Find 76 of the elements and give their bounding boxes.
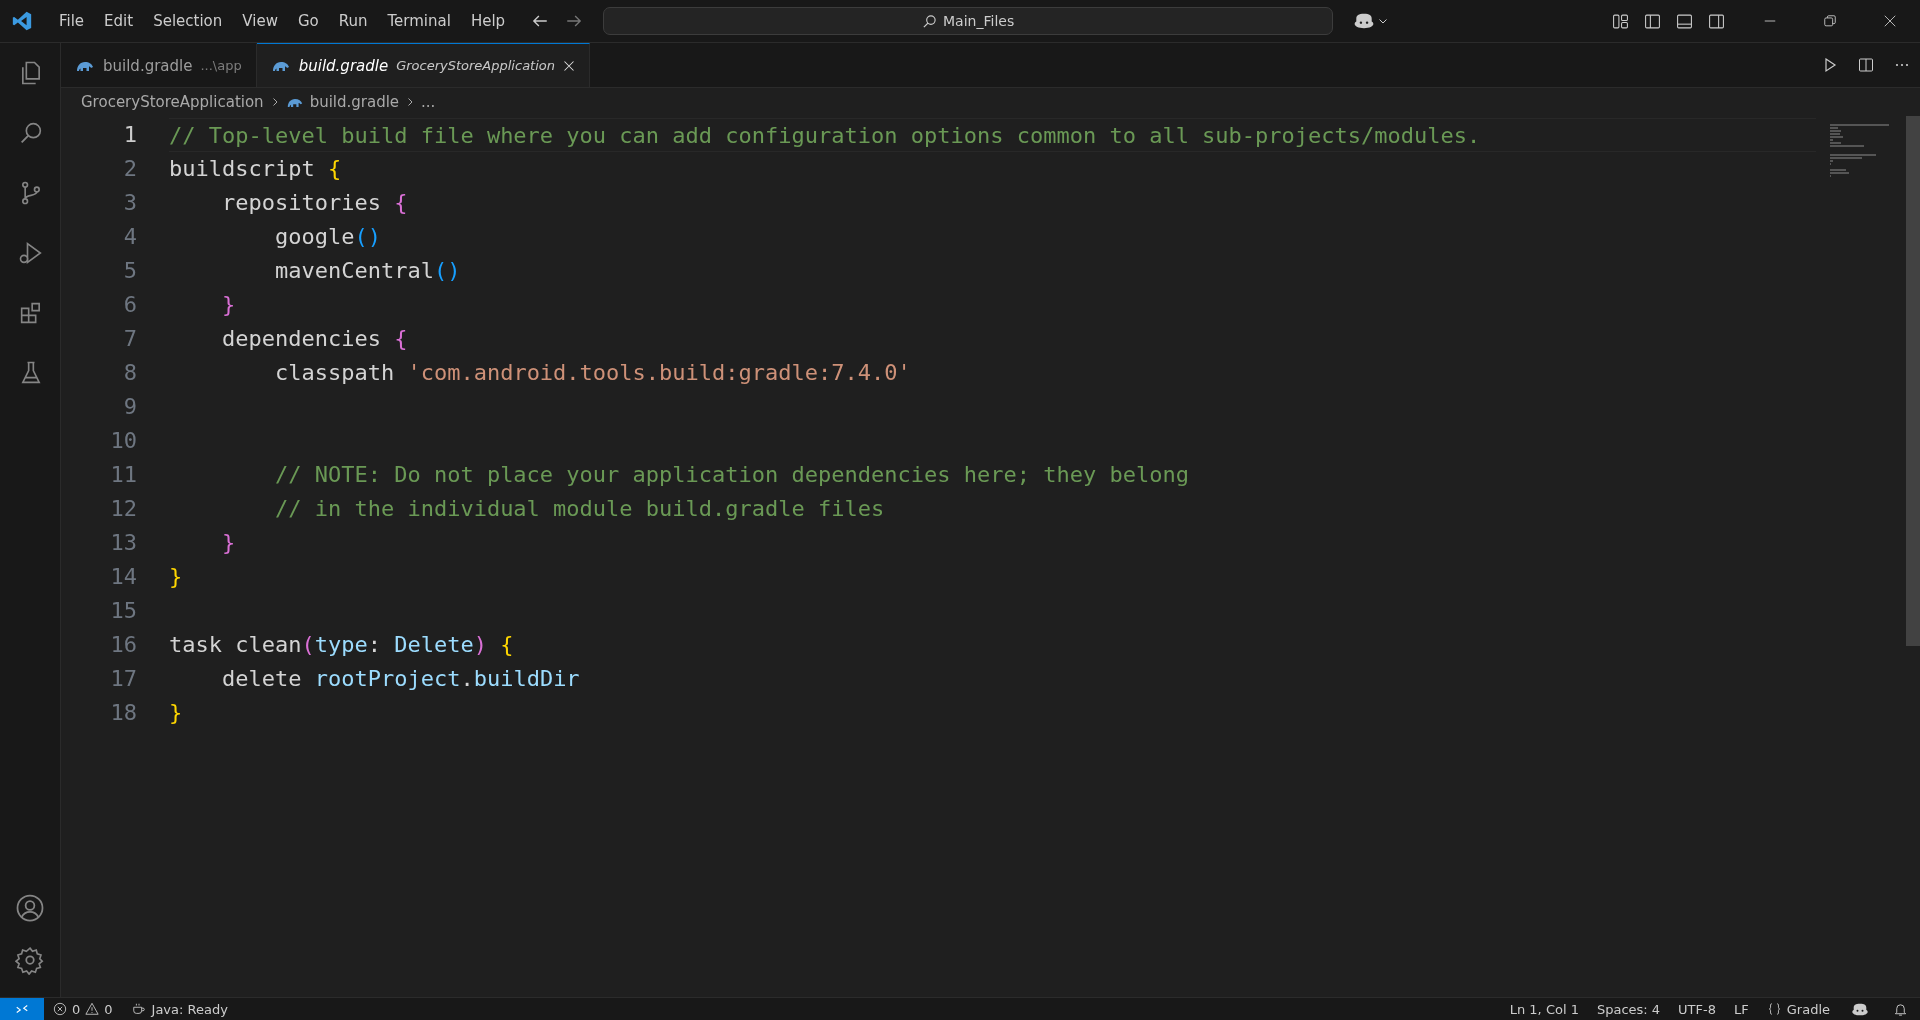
line-number: 18 [109, 699, 137, 727]
search-field[interactable]: Main_Files [603, 7, 1334, 35]
menu-item[interactable]: File [49, 12, 95, 30]
breadcrumb-item[interactable]: build.gradle [309, 93, 400, 111]
line-number: 16 [109, 631, 137, 659]
coffee-cup-icon [130, 1002, 147, 1016]
app-logo-icon [11, 10, 33, 32]
menu-item[interactable]: Go [287, 12, 329, 30]
line-number: 12 [109, 495, 137, 523]
code-line: mavenCentral() [273, 258, 461, 283]
code-line: // Top-level build file where you can add configuration options common to all sub-projects/modules. [169, 123, 1481, 148]
line-number: 7 [122, 325, 137, 353]
breadcrumb-item[interactable]: GroceryStoreApplication [81, 93, 264, 111]
line-number: 5 [122, 257, 137, 285]
bell-icon[interactable] [1893, 1001, 1908, 1017]
java-status[interactable]: Java: Ready [121, 1001, 237, 1017]
line-number: 8 [122, 359, 137, 387]
account-icon[interactable] [15, 893, 45, 923]
close-icon[interactable] [563, 59, 575, 72]
run-icon[interactable] [1822, 57, 1838, 73]
code-line: dependencies { [220, 326, 408, 351]
settings-icon[interactable] [15, 945, 45, 975]
menu-item[interactable]: Edit [94, 12, 144, 30]
menu-item[interactable]: Run [328, 12, 378, 30]
code-line: // in the individual module build.gradle files [273, 496, 885, 521]
language-mode[interactable]: Gradle [1757, 1001, 1839, 1017]
line-number: 3 [122, 189, 137, 217]
remote-icon [15, 1002, 29, 1016]
code-line: buildscript { [169, 156, 342, 181]
warning-icon [85, 1002, 100, 1016]
menu-item[interactable]: Selection [143, 12, 233, 30]
restore-icon[interactable] [1823, 14, 1837, 28]
code-line: task clean(type: Delete) { [169, 632, 514, 657]
search-icon [922, 13, 938, 29]
code-line: } [169, 700, 183, 725]
line-number: 9 [122, 393, 137, 421]
line-number: 13 [109, 529, 137, 557]
chevron-down-icon[interactable] [1378, 16, 1389, 26]
line-number: 14 [109, 563, 137, 591]
line-number: 15 [109, 597, 137, 625]
line-number: 6 [122, 291, 137, 319]
code-line: } [220, 292, 236, 317]
code-line: } [169, 564, 183, 589]
indentation-status[interactable]: Spaces: 4 [1587, 1001, 1670, 1017]
breadcrumb-item[interactable]: ... [421, 93, 436, 111]
line-number: 11 [109, 461, 137, 489]
line-number: 1 [122, 121, 137, 149]
menu-item[interactable]: Help [460, 12, 516, 30]
error-icon [53, 1002, 67, 1016]
close-icon[interactable] [1883, 14, 1897, 28]
scrollbar[interactable] [1906, 116, 1920, 646]
menu-item[interactable]: View [232, 12, 288, 30]
line-number: 10 [109, 427, 137, 455]
code-line: // NOTE: Do not place your application dependencies here; they belong [273, 462, 1189, 487]
code-line: delete rootProject.buildDir [220, 666, 580, 691]
minimap [1830, 124, 1892, 178]
line-number: 2 [122, 155, 137, 183]
code-line: } [220, 530, 236, 555]
menu-item[interactable]: Terminal [377, 12, 461, 30]
code-line: repositories { [220, 190, 408, 215]
code-line: google() [273, 224, 381, 249]
editor-tab[interactable]: build.gradle GroceryStoreApplication [256, 43, 590, 87]
braces-icon [1766, 1002, 1782, 1016]
editor-tab[interactable]: build.gradle ...\app [61, 43, 257, 87]
encoding-status[interactable]: UTF-8 [1669, 1001, 1725, 1017]
bottom-panel-icon[interactable] [1676, 12, 1693, 30]
code-line: classpath 'com.android.tools.build:gradle:7.4.0' [273, 360, 911, 385]
layout-icon[interactable] [1612, 12, 1629, 30]
right-panel-icon[interactable] [1708, 12, 1725, 30]
problems-status[interactable]: 0 0 [44, 1001, 122, 1017]
line-number: 4 [122, 223, 137, 251]
cursor-position[interactable]: Ln 1, Col 1 [1500, 1001, 1588, 1017]
split-editor-icon[interactable] [1858, 57, 1874, 73]
line-number: 17 [109, 665, 137, 693]
line-ending-status[interactable]: LF [1725, 1001, 1758, 1017]
left-panel-icon[interactable] [1644, 12, 1661, 30]
